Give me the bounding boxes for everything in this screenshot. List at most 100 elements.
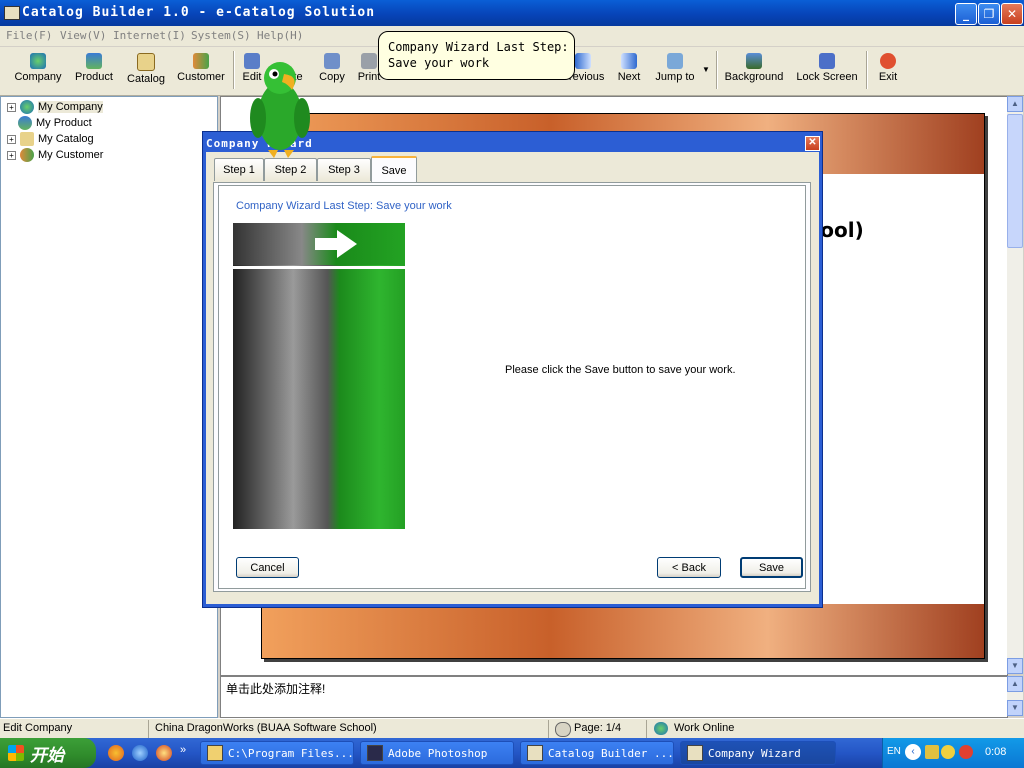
expand-icon[interactable]: + bbox=[7, 150, 16, 160]
product-icon bbox=[18, 116, 32, 130]
next-button[interactable]: Next bbox=[614, 49, 644, 91]
footer-band bbox=[262, 604, 984, 658]
status-separator bbox=[646, 720, 647, 738]
menu-file[interactable]: File(F) bbox=[6, 29, 52, 42]
menu-help[interactable]: Help(H) bbox=[257, 29, 303, 42]
catalog-icon bbox=[20, 132, 34, 146]
tooltip-line-1: Company Wizard Last Step: bbox=[388, 40, 569, 54]
taskbar: 开始 » C:\Program Files... Adobe Photoshop… bbox=[0, 738, 1024, 768]
arrow-right-icon bbox=[315, 238, 337, 250]
product-button[interactable]: Product bbox=[70, 49, 118, 91]
assistant-tooltip: Company Wizard Last Step: Save your work bbox=[378, 31, 575, 80]
scroll-down-icon[interactable]: ▼ bbox=[1007, 700, 1023, 716]
background-icon bbox=[746, 53, 762, 69]
maximize-button[interactable]: ❐ bbox=[978, 3, 1000, 25]
status-company: China DragonWorks (BUAA Software School) bbox=[155, 722, 377, 734]
tab-step-3[interactable]: Step 3 bbox=[317, 158, 371, 181]
background-button[interactable]: Background bbox=[722, 49, 786, 91]
vertical-scrollbar[interactable]: ▲ ▼ bbox=[1007, 96, 1023, 674]
menu-system[interactable]: System(S) bbox=[191, 29, 251, 42]
status-action: Edit Company bbox=[3, 722, 73, 734]
scroll-down-icon[interactable]: ▼ bbox=[1007, 658, 1023, 674]
lock-icon bbox=[819, 53, 835, 69]
chevron-right-icon[interactable]: » bbox=[180, 744, 186, 756]
power-icon bbox=[880, 53, 896, 69]
tab-step-2[interactable]: Step 2 bbox=[264, 158, 317, 181]
scroll-thumb[interactable] bbox=[1007, 114, 1023, 248]
toolbar-separator bbox=[233, 51, 235, 89]
notes-placeholder: 单击此处添加注释! bbox=[226, 682, 326, 696]
toolbar-separator bbox=[866, 51, 868, 89]
taskbar-item-catalog-builder[interactable]: Catalog Builder ... bbox=[520, 741, 674, 765]
notes-field[interactable]: 单击此处添加注释! bbox=[220, 676, 1008, 718]
customer-icon bbox=[193, 53, 209, 69]
media-player-icon[interactable] bbox=[108, 745, 124, 761]
copy-icon bbox=[324, 53, 340, 69]
jumpto-button[interactable]: Jump to bbox=[652, 49, 698, 91]
dialog-body: Step 1 Step 2 Step 3 Save Company Wizard… bbox=[206, 152, 819, 604]
exit-button[interactable]: Exit bbox=[874, 49, 902, 91]
cancel-button[interactable]: Cancel bbox=[236, 557, 299, 578]
close-button[interactable]: ✕ bbox=[1001, 3, 1023, 25]
image-divider bbox=[233, 266, 405, 269]
globe-icon bbox=[20, 100, 34, 114]
tab-step-1[interactable]: Step 1 bbox=[214, 158, 264, 181]
tree-item-product[interactable]: My Product bbox=[18, 115, 92, 131]
arrow-right-icon-head bbox=[337, 230, 357, 258]
jumpto-icon bbox=[667, 53, 683, 69]
status-separator bbox=[148, 720, 149, 738]
expand-icon[interactable]: + bbox=[7, 102, 16, 112]
company-wizard-dialog: Company Wizard ✕ Step 1 Step 2 Step 3 Sa… bbox=[202, 131, 823, 608]
chevron-down-icon[interactable]: ▼ bbox=[702, 65, 710, 74]
customer-icon bbox=[20, 148, 34, 162]
tree-item-catalog[interactable]: + My Catalog bbox=[7, 131, 94, 147]
back-button[interactable]: < Back bbox=[657, 557, 721, 578]
taskbar-item-company-wizard[interactable]: Company Wizard bbox=[680, 741, 836, 765]
globe-icon bbox=[30, 53, 46, 69]
copy-button[interactable]: Copy bbox=[316, 49, 348, 91]
panel-content: Company Wizard Last Step: Save your work… bbox=[218, 185, 806, 589]
catalog-button[interactable]: Catalog bbox=[124, 49, 168, 91]
company-button[interactable]: Company bbox=[12, 49, 64, 91]
online-icon bbox=[654, 722, 668, 735]
status-separator bbox=[548, 720, 549, 738]
menu-internet[interactable]: Internet(I) bbox=[113, 29, 186, 42]
app-icon bbox=[687, 745, 703, 761]
tray-icon[interactable] bbox=[941, 745, 955, 759]
scroll-up-icon[interactable]: ▲ bbox=[1007, 96, 1023, 112]
customer-button[interactable]: Customer bbox=[176, 49, 226, 91]
internet-explorer-icon[interactable] bbox=[132, 745, 148, 761]
quicklaunch-icon[interactable] bbox=[156, 745, 172, 761]
language-indicator[interactable]: EN bbox=[887, 746, 901, 757]
instruction-text: Please click the Save button to save you… bbox=[505, 364, 736, 376]
page-icon bbox=[555, 722, 571, 737]
tray-icon[interactable] bbox=[959, 745, 973, 759]
tree-item-customer[interactable]: + My Customer bbox=[7, 147, 103, 163]
photoshop-icon bbox=[367, 745, 383, 761]
save-button[interactable]: Save bbox=[740, 557, 803, 578]
clock: 0:08 bbox=[985, 746, 1007, 758]
menu-view[interactable]: View(V) bbox=[60, 29, 106, 42]
lockscreen-button[interactable]: Lock Screen bbox=[794, 49, 860, 91]
notes-scrollbar[interactable]: ▲ ▼ bbox=[1007, 676, 1023, 716]
tree-item-company[interactable]: + My Company bbox=[7, 99, 103, 115]
tray-icon[interactable] bbox=[925, 745, 939, 759]
printer-icon bbox=[361, 53, 377, 69]
app-icon[interactable] bbox=[4, 6, 20, 20]
start-button[interactable]: 开始 bbox=[0, 738, 96, 768]
system-tray: EN ‹ 0:08 bbox=[882, 738, 1024, 768]
catalog-icon bbox=[137, 53, 155, 71]
scroll-up-icon[interactable]: ▲ bbox=[1007, 676, 1023, 692]
tab-save[interactable]: Save bbox=[371, 156, 417, 183]
toolbar-separator bbox=[716, 51, 718, 89]
status-page: Page: 1/4 bbox=[574, 722, 622, 734]
tray-expand-icon[interactable]: ‹ bbox=[905, 744, 921, 760]
step-heading: Company Wizard Last Step: Save your work bbox=[236, 200, 452, 212]
parrot-assistant-icon[interactable] bbox=[244, 54, 316, 158]
minimize-button[interactable]: _ bbox=[955, 3, 977, 25]
expand-icon[interactable]: + bbox=[7, 134, 16, 144]
taskbar-item-explorer[interactable]: C:\Program Files... bbox=[200, 741, 354, 765]
dialog-close-button[interactable]: ✕ bbox=[805, 136, 820, 151]
taskbar-item-photoshop[interactable]: Adobe Photoshop bbox=[360, 741, 514, 765]
title-bar: Catalog Builder 1.0 - e-Catalog Solution… bbox=[0, 0, 1024, 26]
